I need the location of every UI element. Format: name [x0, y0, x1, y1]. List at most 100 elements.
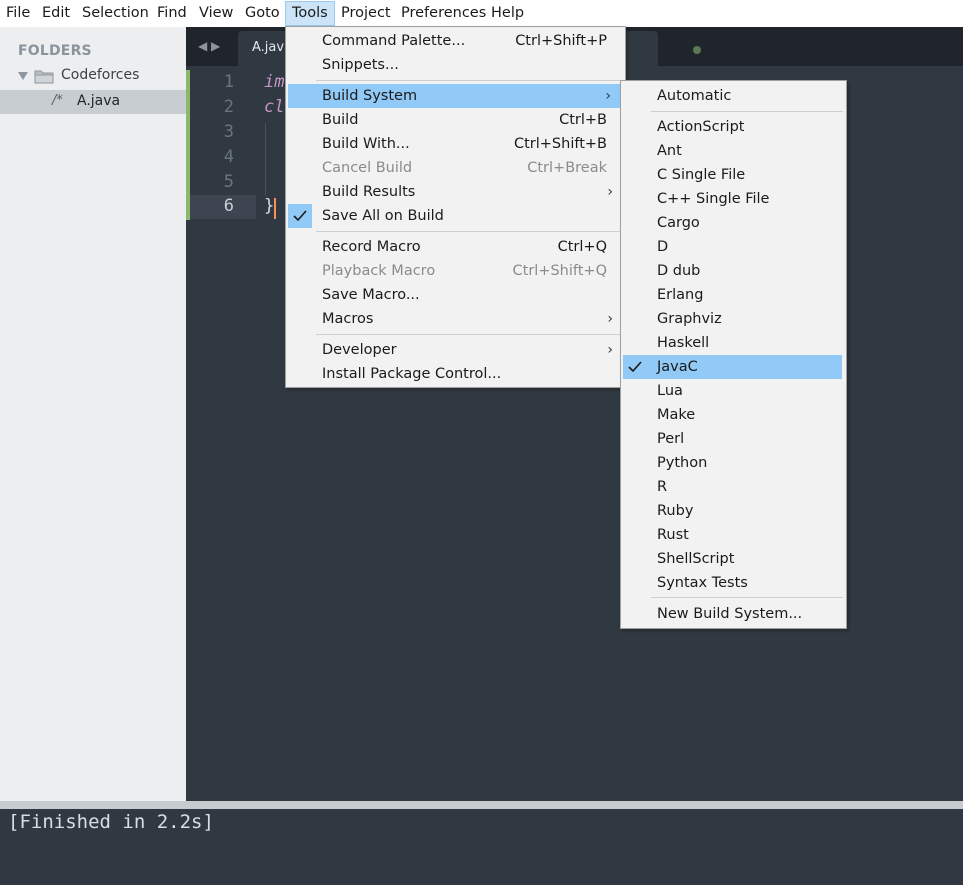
build-system-item[interactable]: ShellScript: [623, 547, 842, 571]
menu-edit[interactable]: Edit: [42, 2, 70, 25]
menu-item-label: Snippets...: [322, 57, 399, 73]
build-system-submenu: Automatic ActionScript Ant C Single File C+…: [620, 80, 847, 629]
submenu-chevron-icon: ›: [607, 342, 613, 358]
build-system-item[interactable]: ActionScript: [623, 115, 842, 139]
build-output-text: [Finished in 2.2s]: [8, 811, 214, 833]
menu-item-label: Make: [657, 407, 696, 423]
folders-heading: FOLDERS: [18, 43, 92, 59]
shortcut-label: Ctrl+Shift+P: [515, 33, 607, 49]
menu-item-macros[interactable]: Macros ›: [288, 307, 623, 331]
code-line-1[interactable]: im: [264, 72, 284, 92]
menu-item-label: Automatic: [657, 88, 732, 104]
menu-item-label: JavaC: [657, 359, 698, 375]
text-caret: [274, 198, 276, 219]
menu-item-cancel-build[interactable]: Cancel Build Ctrl+Break: [288, 156, 623, 180]
unsaved-dot-icon[interactable]: [693, 46, 701, 54]
menu-selection[interactable]: Selection: [82, 2, 149, 25]
menu-item-label: Playback Macro: [322, 263, 436, 279]
menu-item-label: Command Palette...: [322, 33, 466, 49]
build-system-item[interactable]: C++ Single File: [623, 187, 842, 211]
menu-item-label: Haskell: [657, 335, 710, 351]
line-number: 5: [223, 172, 234, 192]
menu-item-label: Macros: [322, 311, 374, 327]
menu-item-label: Build System: [322, 88, 418, 104]
build-system-item[interactable]: R: [623, 475, 842, 499]
file-item-a-java[interactable]: /* A.java: [0, 90, 186, 114]
menu-item-build[interactable]: Build Ctrl+B: [288, 108, 623, 132]
menu-item-label: Save Macro...: [322, 287, 420, 303]
menu-file[interactable]: File: [6, 2, 30, 25]
build-system-item[interactable]: Graphviz: [623, 307, 842, 331]
menu-item-label: Rust: [657, 527, 689, 543]
menu-item-label: R: [657, 479, 668, 495]
build-system-item[interactable]: Haskell: [623, 331, 842, 355]
menu-item-label: Record Macro: [322, 239, 421, 255]
code-line-2[interactable]: cl: [264, 97, 284, 117]
line-number: 4: [223, 147, 234, 167]
java-file-icon: /*: [52, 93, 63, 108]
menu-item-snippets[interactable]: Snippets...: [288, 53, 623, 77]
folder-label: Codeforces: [61, 67, 140, 83]
menu-help[interactable]: Help: [491, 2, 524, 25]
build-system-item[interactable]: Perl: [623, 427, 842, 451]
shortcut-label: Ctrl+B: [559, 112, 607, 128]
menu-item-label: ActionScript: [657, 119, 745, 135]
menu-tools[interactable]: Tools: [285, 1, 335, 26]
menu-item-playback-macro[interactable]: Playback Macro Ctrl+Shift+Q: [288, 259, 623, 283]
menu-find[interactable]: Find: [157, 2, 187, 25]
build-system-item[interactable]: C Single File: [623, 163, 842, 187]
build-system-item[interactable]: Cargo: [623, 211, 842, 235]
menu-item-build-with[interactable]: Build With... Ctrl+Shift+B: [288, 132, 623, 156]
build-system-item[interactable]: D: [623, 235, 842, 259]
build-system-item[interactable]: JavaC: [623, 355, 842, 379]
build-system-item[interactable]: Syntax Tests: [623, 571, 842, 595]
menu-item-save-all-on-build[interactable]: Save All on Build: [288, 204, 623, 228]
menu-item-label: Ant: [657, 143, 682, 159]
menu-preferences[interactable]: Preferences: [401, 2, 486, 25]
menu-item-label: Cancel Build: [322, 160, 413, 176]
shortcut-label: Ctrl+Q: [557, 239, 607, 255]
panel-splitter[interactable]: [0, 801, 963, 809]
menu-item-label: Build With...: [322, 136, 410, 152]
menu-goto[interactable]: Goto: [245, 2, 280, 25]
line-number-current: 6: [223, 196, 234, 216]
menu-item-label: Install Package Control...: [322, 366, 502, 382]
build-system-item[interactable]: Rust: [623, 523, 842, 547]
menu-item-save-macro[interactable]: Save Macro...: [288, 283, 623, 307]
menu-item-build-system[interactable]: Build System ›: [288, 84, 621, 108]
menu-item-developer[interactable]: Developer ›: [288, 338, 623, 362]
menu-item-label: Erlang: [657, 287, 704, 303]
menu-view[interactable]: View: [199, 2, 233, 25]
menu-item-label: C++ Single File: [657, 191, 770, 207]
modified-lines-marker: [186, 70, 190, 220]
menu-item-new-build-system[interactable]: New Build System...: [623, 602, 844, 626]
tab-nav-arrows-icon[interactable]: ◀ ▶: [198, 39, 220, 53]
build-system-item[interactable]: Make: [623, 403, 842, 427]
expand-arrow-icon[interactable]: [18, 72, 28, 80]
menu-item-record-macro[interactable]: Record Macro Ctrl+Q: [288, 235, 623, 259]
build-system-item[interactable]: Erlang: [623, 283, 842, 307]
menu-item-command-palette[interactable]: Command Palette... Ctrl+Shift+P: [288, 29, 623, 53]
build-system-item[interactable]: Ruby: [623, 499, 842, 523]
shortcut-label: Ctrl+Break: [527, 160, 607, 176]
menu-item-install-package-control[interactable]: Install Package Control...: [288, 362, 623, 386]
menu-item-label: Python: [657, 455, 708, 471]
build-system-item[interactable]: D dub: [623, 259, 842, 283]
menu-project[interactable]: Project: [341, 2, 391, 25]
shortcut-label: Ctrl+Shift+B: [513, 136, 607, 152]
folder-item[interactable]: Codeforces: [0, 65, 186, 89]
shortcut-label: Ctrl+Shift+Q: [512, 263, 607, 279]
menu-item-label: Lua: [657, 383, 683, 399]
folder-icon: [34, 70, 54, 84]
build-system-item[interactable]: Lua: [623, 379, 842, 403]
menu-item-build-results[interactable]: Build Results ›: [288, 180, 623, 204]
menu-item-label: C Single File: [657, 167, 746, 183]
menu-item-label: D: [657, 239, 669, 255]
build-system-item[interactable]: Python: [623, 451, 842, 475]
menu-item-automatic[interactable]: Automatic: [623, 84, 844, 108]
build-system-item[interactable]: Ant: [623, 139, 842, 163]
menu-item-label: Graphviz: [657, 311, 722, 327]
menu-bar: File Edit Selection Find View Goto Tools…: [0, 0, 963, 27]
code-line-6[interactable]: }: [264, 196, 274, 216]
menu-separator: [316, 231, 620, 232]
